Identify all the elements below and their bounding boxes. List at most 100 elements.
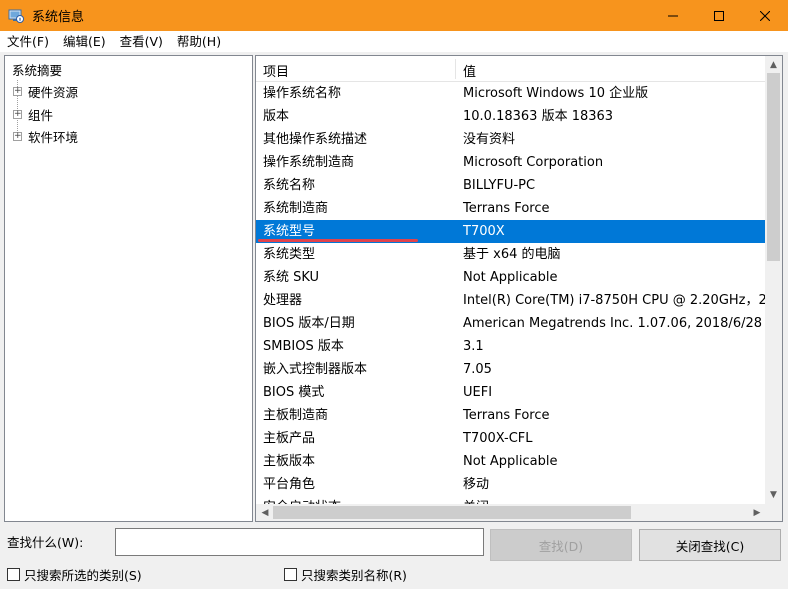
row-item-cell: 系统 SKU [263,270,320,285]
tree-item-software-environment[interactable]: + 软件环境 [13,127,78,146]
menu-bar: 文件(F) 编辑(E) 查看(V) 帮助(H) [0,31,788,52]
row-item-cell: 处理器 [263,293,303,308]
column-divider[interactable] [455,59,456,79]
table-row[interactable]: 系统名称 BILLYFU-PC [256,174,766,197]
search-category-names-checkbox[interactable]: 只搜索类别名称(R) [284,565,407,584]
table-row[interactable]: 其他操作系统描述 没有资料 [256,128,766,151]
row-item-cell: 操作系统名称 [263,86,342,101]
table-row[interactable]: 系统制造商 Terrans Force [256,197,766,220]
close-find-button[interactable]: 关闭查找(C) [639,529,781,561]
system-info-app-icon [8,9,24,23]
row-value-cell: BILLYFU-PC [463,178,536,193]
row-value-cell: T700X-CFL [463,431,533,446]
expand-icon[interactable]: + [13,87,22,96]
find-what-input[interactable] [115,528,484,556]
row-value-cell: Not Applicable [463,454,558,469]
menu-help[interactable]: 帮助(H) [170,31,228,52]
row-value-cell: 基于 x64 的电脑 [463,247,561,262]
row-value-cell: 移动 [463,477,490,492]
tree-item-hardware-resources[interactable]: + 硬件资源 [13,82,78,101]
close-button[interactable] [742,0,788,31]
maximize-button[interactable] [696,0,742,31]
expand-icon[interactable]: + [13,110,22,119]
tree-item-label: 硬件资源 [28,85,79,100]
row-item-cell: 系统名称 [263,178,316,193]
category-tree[interactable]: 系统摘要 + 硬件资源 + 组件 + 软件环境 [4,55,253,522]
title-bar[interactable]: 系统信息 [0,0,788,31]
minimize-icon [668,15,678,16]
table-row[interactable]: 系统 SKU Not Applicable [256,266,766,289]
scroll-down-icon[interactable]: ▼ [765,488,782,502]
find-what-label: 查找什么(W): [7,535,84,550]
list-header: 项目 值 [256,56,766,82]
table-row[interactable]: 操作系统名称 Microsoft Windows 10 企业版 [256,82,766,105]
row-value-cell: 10.0.18363 版本 18363 [463,109,614,124]
tree-item-system-summary[interactable]: 系统摘要 [12,60,62,79]
row-item-cell: 主板制造商 [263,408,329,423]
vertical-scrollbar[interactable]: ▲ ▼ [765,56,782,504]
row-item-cell: 嵌入式控制器版本 [263,362,368,377]
tree-item-components[interactable]: + 组件 [13,105,53,124]
close-icon [760,10,770,21]
table-row[interactable]: BIOS 模式 UEFI [256,381,766,404]
row-item-cell: BIOS 模式 [263,385,325,400]
column-header-item[interactable]: 项目 [263,61,289,80]
row-item-cell: 系统类型 [263,247,316,262]
search-selected-category-checkbox[interactable]: 只搜索所选的类别(S) [7,565,142,584]
scroll-right-icon[interactable]: ▶ [750,504,764,521]
tree-item-label: 组件 [28,108,54,123]
table-row[interactable]: 版本 10.0.18363 版本 18363 [256,105,766,128]
menu-view[interactable]: 查看(V) [113,31,170,52]
row-value-cell: Terrans Force [463,201,550,216]
row-item-cell: 主板版本 [263,454,316,469]
row-item-cell: 版本 [263,109,290,124]
row-value-cell: Not Applicable [463,270,558,285]
details-list[interactable]: 项目 值 操作系统名称 Microsoft Windows 10 企业版版本 10.… [255,55,783,522]
table-row[interactable]: 嵌入式控制器版本 7.05 [256,358,766,381]
scroll-up-icon[interactable]: ▲ [765,58,782,72]
highlight-annotation [258,239,418,242]
row-value-cell: UEFI [463,385,493,400]
horizontal-scroll-thumb[interactable] [273,506,631,519]
table-row[interactable]: 系统类型 基于 x64 的电脑 [256,243,766,266]
table-row[interactable]: 平台角色 移动 [256,473,766,496]
menu-edit[interactable]: 编辑(E) [56,31,113,52]
row-value-cell: American Megatrends Inc. 1.07.06, 2018/6… [463,316,763,331]
expand-icon[interactable]: + [13,132,22,141]
row-value-cell: Terrans Force [463,408,550,423]
list-rows: 操作系统名称 Microsoft Windows 10 企业版版本 10.0.183… [256,82,775,519]
table-row[interactable]: BIOS 版本/日期 American Megatrends Inc. 1.07.… [256,312,766,335]
tree-item-label: 软件环境 [28,130,79,145]
checkbox-label: 只搜索类别名称(R) [301,568,407,583]
row-item-cell: 其他操作系统描述 [263,132,368,147]
table-row[interactable]: 主板制造商 Terrans Force [256,404,766,427]
find-button[interactable]: 查找(D) [490,529,632,561]
column-header-value[interactable]: 值 [463,61,476,80]
table-row[interactable]: 操作系统制造商 Microsoft Corporation [256,151,766,174]
table-row[interactable]: 处理器 Intel(R) Core(TM) i7-8750H CPU @ 2.20… [256,289,775,312]
row-value-cell: 7.05 [463,362,492,377]
checkbox-box[interactable] [284,568,297,581]
row-item-cell: 操作系统制造商 [263,155,355,170]
table-row[interactable]: 主板版本 Not Applicable [256,450,766,473]
table-row[interactable]: 主板产品 T700X-CFL [256,427,766,450]
row-value-cell: Microsoft Corporation [463,155,604,170]
maximize-icon [714,10,724,21]
vertical-scroll-thumb[interactable] [767,73,780,261]
horizontal-scrollbar[interactable]: ◀ ▶ [256,504,766,521]
row-item-cell: 平台角色 [263,477,316,492]
row-value-cell: 没有资料 [463,132,516,147]
scrollbar-corner [765,504,782,521]
row-value-cell: T700X [463,224,505,239]
scroll-left-icon[interactable]: ◀ [258,504,272,521]
row-item-cell: 系统制造商 [263,201,329,216]
window-title: 系统信息 [32,10,85,25]
menu-file[interactable]: 文件(F) [0,31,56,52]
row-item-cell: BIOS 版本/日期 [263,316,355,331]
row-value-cell: Microsoft Windows 10 企业版 [463,86,649,101]
row-item-cell: 主板产品 [263,431,316,446]
minimize-button[interactable] [650,0,696,31]
row-item-cell: SMBIOS 版本 [263,339,344,354]
table-row[interactable]: SMBIOS 版本 3.1 [256,335,766,358]
checkbox-box[interactable] [7,568,20,581]
